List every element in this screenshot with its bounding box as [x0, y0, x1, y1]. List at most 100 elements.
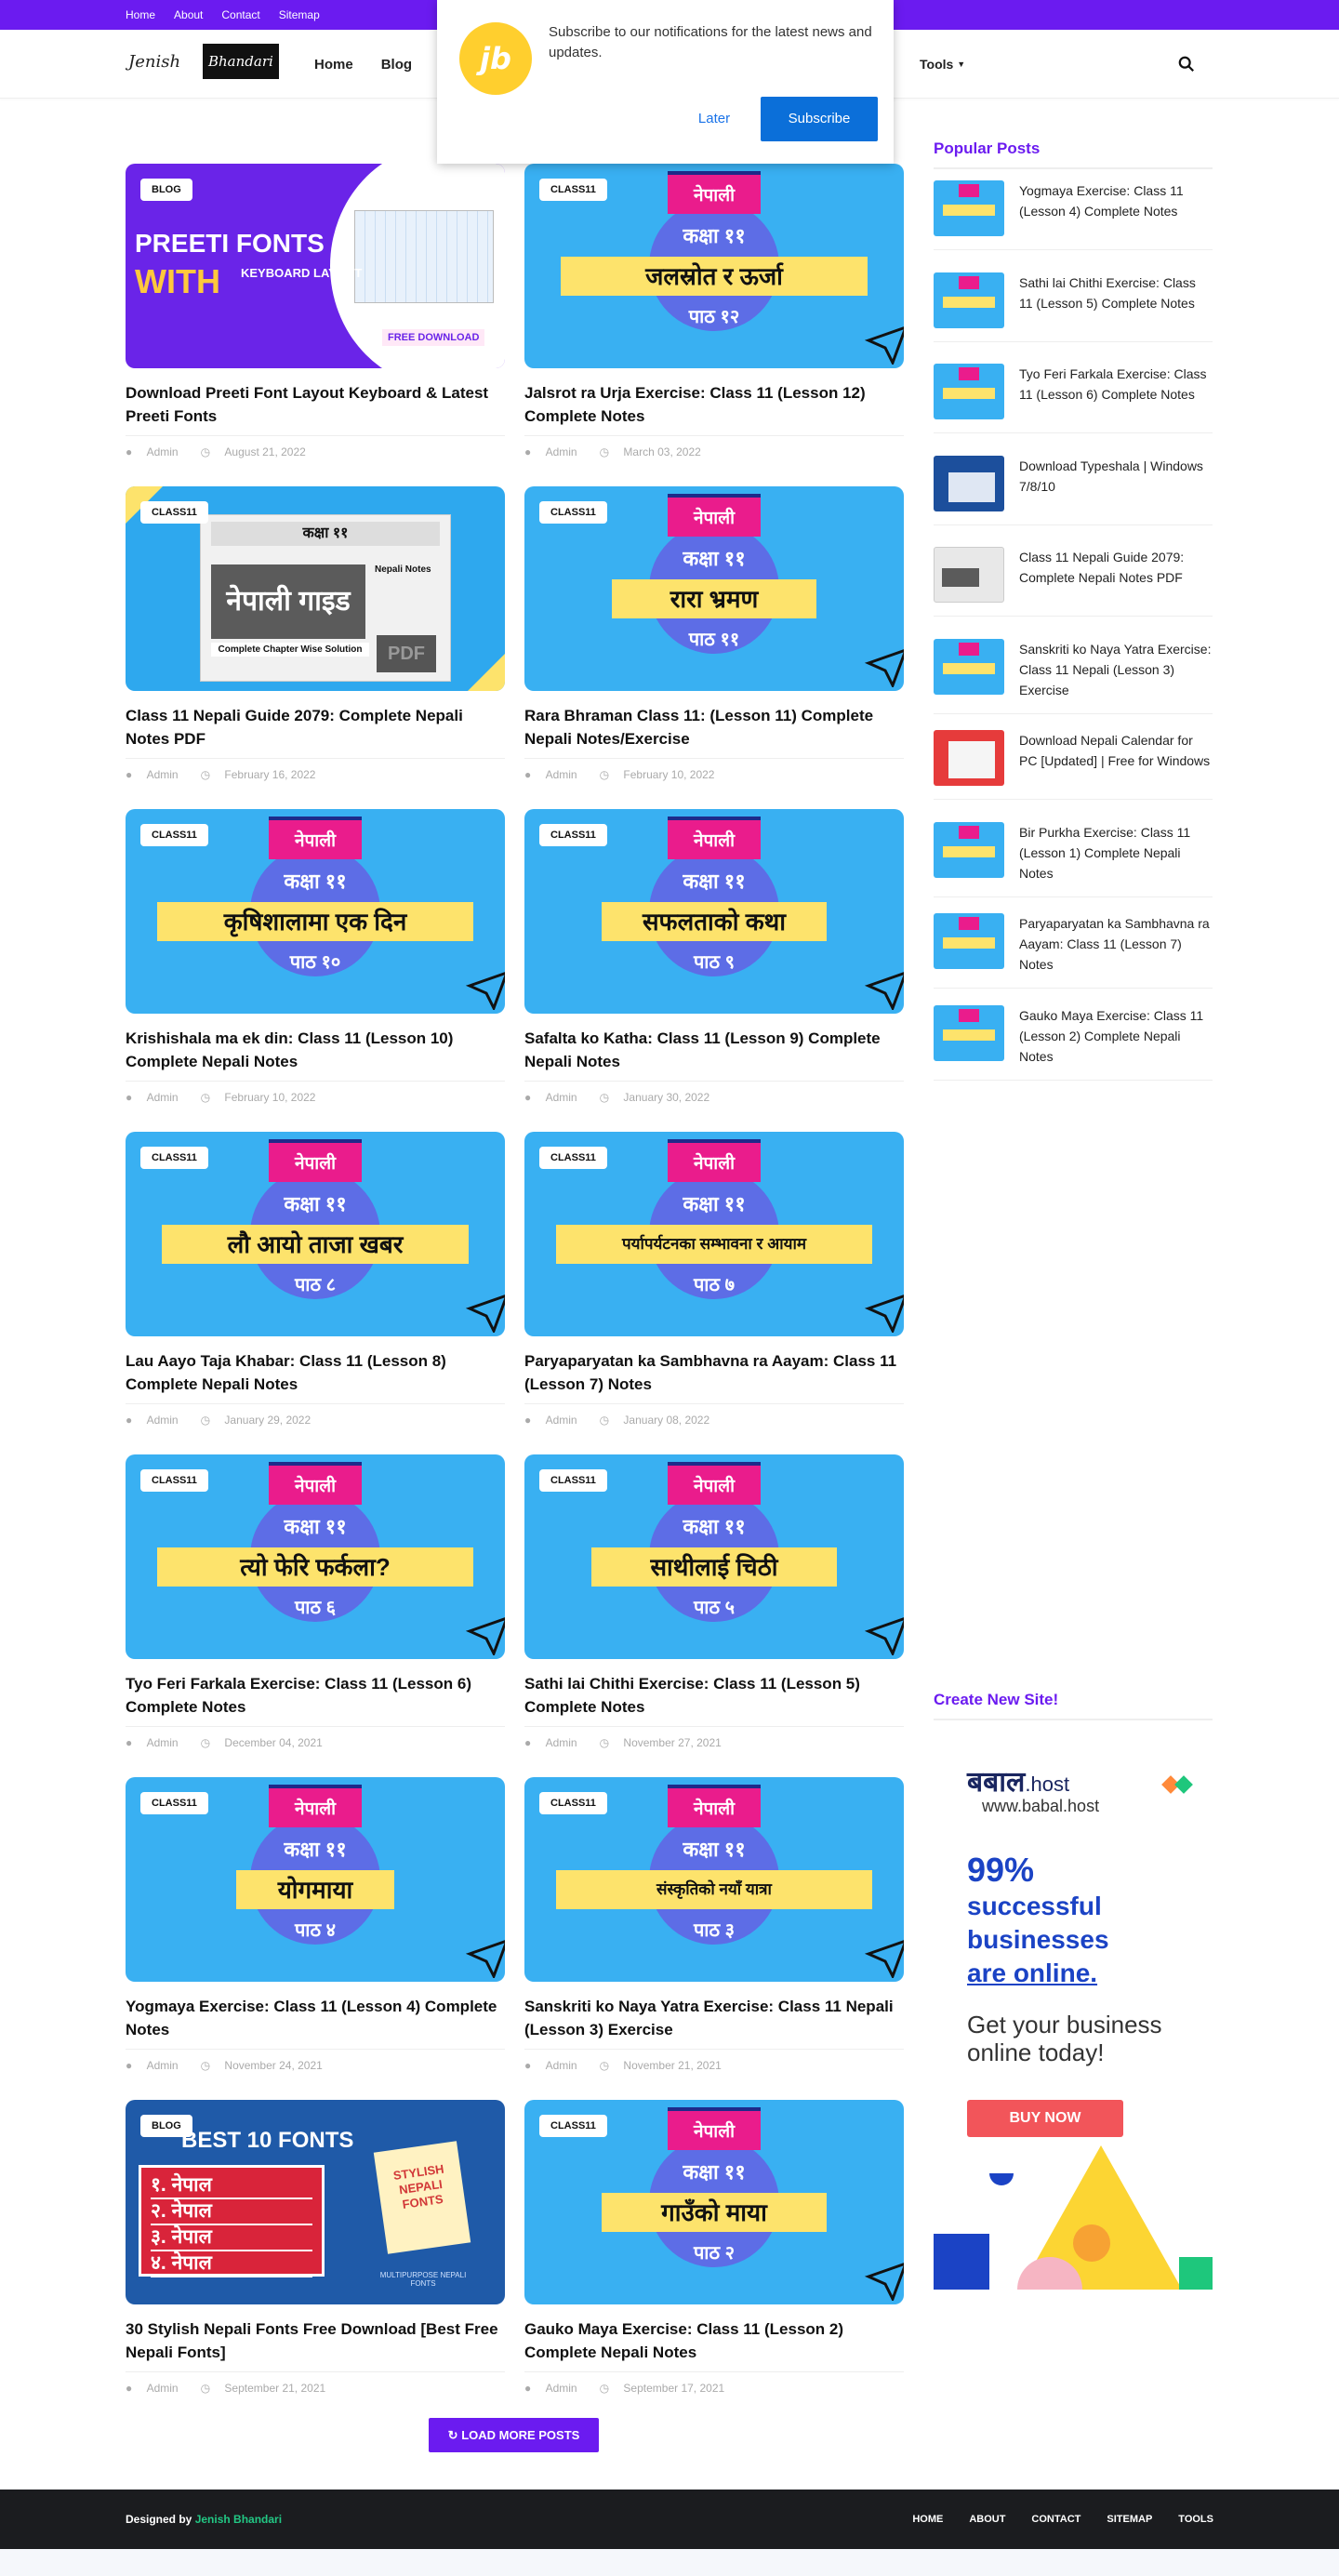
post-thumbnail[interactable]: CLASS11 नेपाली कक्षा ११ सफलताको कथा पाठ ९ [524, 809, 904, 1014]
post-thumbnail[interactable]: CLASS11 कक्षा ११ नेपाली गाइड Nepali Notes Co… [126, 486, 505, 691]
post-title[interactable]: Sathi lai Chithi Exercise: Class 11 (Les… [524, 1672, 904, 1719]
popular-post-thumbnail[interactable] [934, 821, 1004, 878]
post-title[interactable]: Tyo Feri Farkala Exercise: Class 11 (Les… [126, 1672, 505, 1719]
post-thumbnail[interactable]: CLASS11 नेपाली कक्षा ११ त्यो फेरि फर्कला? पा… [126, 1454, 505, 1659]
post-thumbnail[interactable]: CLASS11 नेपाली कक्षा ११ जलस्रोत र ऊर्जा पाठ … [524, 164, 904, 368]
nav-home[interactable]: Home [314, 57, 353, 73]
post-author[interactable]: ● Admin [126, 768, 190, 781]
popular-post-item[interactable]: Download Typeshala | Windows 7/8/10 [934, 455, 1213, 525]
popular-post-title[interactable]: Sathi lai Chithi Exercise: Class 11 (Les… [1019, 272, 1213, 328]
popular-post-item[interactable]: Bir Purkha Exercise: Class 11 (Lesson 1)… [934, 821, 1213, 897]
popular-post-thumbnail[interactable] [934, 455, 1004, 511]
popular-post-thumbnail[interactable] [934, 730, 1004, 786]
post-author[interactable]: ● Admin [126, 2059, 190, 2072]
post-card[interactable]: CLASS11 नेपाली कक्षा ११ गाउँको माया पाठ २ Gau… [524, 2100, 904, 2395]
top-link-home[interactable]: Home [126, 0, 155, 30]
post-thumbnail[interactable]: CLASS11 नेपाली कक्षा ११ पर्यापर्यटनका सम्भा… [524, 1132, 904, 1336]
post-label[interactable]: CLASS11 [539, 1469, 607, 1492]
post-card[interactable]: CLASS11 नेपाली कक्षा ११ योगमाया पाठ ४ Yogmaya… [126, 1777, 505, 2072]
post-title[interactable]: Download Preeti Font Layout Keyboard & L… [126, 381, 505, 428]
post-card[interactable]: CLASS11 नेपाली कक्षा ११ पर्यापर्यटनका सम्भा… [524, 1132, 904, 1427]
popular-post-title[interactable]: Tyo Feri Farkala Exercise: Class 11 (Les… [1019, 364, 1213, 419]
post-card[interactable]: BLOG PREETI FONTS WITH KEYBOARD LAYOUT FREE … [126, 164, 505, 458]
post-title[interactable]: Jalsrot ra Urja Exercise: Class 11 (Less… [524, 381, 904, 428]
post-thumbnail[interactable]: CLASS11 नेपाली कक्षा ११ साथीलाई चिठी पाठ ५ [524, 1454, 904, 1659]
post-author[interactable]: ● Admin [126, 1414, 190, 1427]
popular-post-title[interactable]: Yogmaya Exercise: Class 11 (Lesson 4) Co… [1019, 180, 1213, 236]
post-card[interactable]: BLOG BEST 10 FONTS १. नेपाल २. नेपाल ३. नेपा… [126, 2100, 505, 2395]
post-thumbnail[interactable]: CLASS11 नेपाली कक्षा ११ गाउँको माया पाठ २ [524, 2100, 904, 2304]
post-title[interactable]: Safalta ko Katha: Class 11 (Lesson 9) Co… [524, 1027, 904, 1073]
popular-post-thumbnail[interactable] [934, 638, 1004, 695]
post-label[interactable]: CLASS11 [539, 501, 607, 524]
post-label[interactable]: BLOG [140, 179, 192, 201]
post-author[interactable]: ● Admin [126, 2382, 190, 2395]
popular-post-item[interactable]: Sanskriti ko Naya Yatra Exercise: Class … [934, 638, 1213, 714]
post-card[interactable]: CLASS11 कक्षा ११ नेपाली गाइड Nepali Notes Co… [126, 486, 505, 781]
popular-post-thumbnail[interactable] [934, 913, 1004, 969]
popular-post-item[interactable]: Sathi lai Chithi Exercise: Class 11 (Les… [934, 272, 1213, 342]
later-button[interactable]: Later [677, 97, 751, 141]
footer-link-tools[interactable]: TOOLS [1178, 2514, 1213, 2525]
post-title[interactable]: Sanskriti ko Naya Yatra Exercise: Class … [524, 1995, 904, 2041]
footer-link-contact[interactable]: CONTACT [1031, 2514, 1080, 2525]
post-label[interactable]: CLASS11 [539, 1792, 607, 1814]
post-label[interactable]: CLASS11 [539, 824, 607, 846]
post-label[interactable]: CLASS11 [140, 501, 208, 524]
search-icon[interactable] [1178, 56, 1195, 73]
popular-post-thumbnail[interactable] [934, 547, 1004, 603]
post-label[interactable]: CLASS11 [140, 1792, 208, 1814]
post-author[interactable]: ● Admin [524, 1414, 589, 1427]
post-card[interactable]: CLASS11 नेपाली कक्षा ११ सफलताको कथा पाठ ९ Saf… [524, 809, 904, 1104]
post-label[interactable]: CLASS11 [140, 1469, 208, 1492]
footer-link-sitemap[interactable]: SITEMAP [1107, 2514, 1152, 2525]
post-label[interactable]: CLASS11 [140, 824, 208, 846]
subscribe-button[interactable]: Subscribe [761, 97, 878, 141]
nav-blog[interactable]: Blog [381, 57, 412, 73]
post-label[interactable]: CLASS11 [539, 1147, 607, 1169]
post-label[interactable]: CLASS11 [140, 1147, 208, 1169]
popular-post-item[interactable]: Yogmaya Exercise: Class 11 (Lesson 4) Co… [934, 180, 1213, 250]
popular-post-item[interactable]: Download Nepali Calendar for PC [Updated… [934, 730, 1213, 800]
post-title[interactable]: Class 11 Nepali Guide 2079: Complete Nep… [126, 704, 505, 750]
popular-post-title[interactable]: Class 11 Nepali Guide 2079: Complete Nep… [1019, 547, 1213, 603]
post-author[interactable]: ● Admin [524, 2382, 589, 2395]
top-link-contact[interactable]: Contact [221, 0, 259, 30]
post-label[interactable]: CLASS11 [539, 179, 607, 201]
post-label[interactable]: CLASS11 [539, 2115, 607, 2137]
post-author[interactable]: ● Admin [524, 768, 589, 781]
popular-post-thumbnail[interactable] [934, 364, 1004, 419]
post-card[interactable]: CLASS11 नेपाली कक्षा ११ कृषिशालामा एक दिन पा… [126, 809, 505, 1104]
popular-post-item[interactable]: Class 11 Nepali Guide 2079: Complete Nep… [934, 547, 1213, 617]
popular-post-title[interactable]: Sanskriti ko Naya Yatra Exercise: Class … [1019, 639, 1213, 700]
post-title[interactable]: 30 Stylish Nepali Fonts Free Download [B… [126, 2317, 505, 2364]
post-author[interactable]: ● Admin [524, 2059, 589, 2072]
popular-post-thumbnail[interactable] [934, 180, 1004, 236]
post-card[interactable]: CLASS11 नेपाली कक्षा ११ त्यो फेरि फर्कला? पा… [126, 1454, 505, 1749]
post-thumbnail[interactable]: BLOG PREETI FONTS WITH KEYBOARD LAYOUT FREE … [126, 164, 505, 368]
buy-now-button[interactable]: BUY NOW [967, 2100, 1123, 2137]
popular-post-item[interactable]: Gauko Maya Exercise: Class 11 (Lesson 2)… [934, 1004, 1213, 1081]
popular-post-title[interactable]: Download Typeshala | Windows 7/8/10 [1019, 456, 1213, 511]
load-more-button[interactable]: ↻ LOAD MORE POSTS [429, 2418, 599, 2452]
nav-tools[interactable]: Tools ▼ [920, 30, 965, 99]
post-card[interactable]: CLASS11 नेपाली कक्षा ११ संस्कृतिको नयाँ यात… [524, 1777, 904, 2072]
post-title[interactable]: Yogmaya Exercise: Class 11 (Lesson 4) Co… [126, 1995, 505, 2041]
popular-post-item[interactable]: Tyo Feri Farkala Exercise: Class 11 (Les… [934, 364, 1213, 433]
post-title[interactable]: Krishishala ma ek din: Class 11 (Lesson … [126, 1027, 505, 1073]
post-author[interactable]: ● Admin [126, 1736, 190, 1749]
post-title[interactable]: Rara Bhraman Class 11: (Lesson 11) Compl… [524, 704, 904, 750]
post-author[interactable]: ● Admin [126, 445, 190, 458]
post-author[interactable]: ● Admin [524, 1736, 589, 1749]
post-card[interactable]: CLASS11 नेपाली कक्षा ११ साथीलाई चिठी पाठ ५ Sa… [524, 1454, 904, 1749]
post-title[interactable]: Lau Aayo Taja Khabar: Class 11 (Lesson 8… [126, 1349, 505, 1396]
post-thumbnail[interactable]: CLASS11 नेपाली कक्षा ११ रारा भ्रमण पाठ ११ [524, 486, 904, 691]
popular-post-title[interactable]: Bir Purkha Exercise: Class 11 (Lesson 1)… [1019, 822, 1213, 883]
popular-post-item[interactable]: Paryaparyatan ka Sambhavna ra Aayam: Cla… [934, 913, 1213, 989]
popular-post-title[interactable]: Download Nepali Calendar for PC [Updated… [1019, 730, 1213, 786]
post-author[interactable]: ● Admin [524, 445, 589, 458]
post-author[interactable]: ● Admin [524, 1091, 589, 1104]
post-thumbnail[interactable]: BLOG BEST 10 FONTS १. नेपाल २. नेपाल ३. नेपा… [126, 2100, 505, 2304]
post-author[interactable]: ● Admin [126, 1091, 190, 1104]
post-thumbnail[interactable]: CLASS11 नेपाली कक्षा ११ कृषिशालामा एक दिन पा… [126, 809, 505, 1014]
